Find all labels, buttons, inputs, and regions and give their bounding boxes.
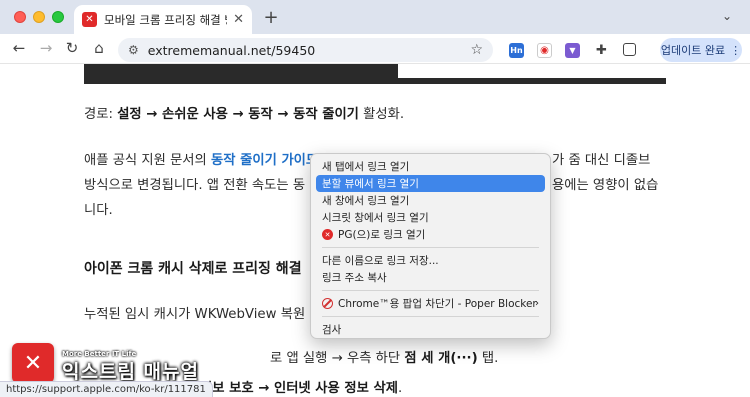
address-url[interactable]: extrememanual.net/59450 (148, 43, 471, 58)
menu-item-open-split-view[interactable]: 분할 뷰에서 링크 열기 (316, 175, 545, 192)
menu-item-open-new-tab[interactable]: 새 탭에서 링크 열기 (316, 158, 545, 175)
menu-item-open-new-window[interactable]: 새 창에서 링크 열기 (316, 192, 545, 209)
home-button[interactable]: ⌂ (90, 39, 108, 57)
context-menu: 새 탭에서 링크 열기 분할 뷰에서 링크 열기 새 창에서 링크 열기 시크릿… (310, 153, 551, 339)
forward-button[interactable]: → (37, 39, 55, 57)
back-button[interactable]: ← (10, 39, 28, 57)
guide-paragraph-line1-end: 가 줌 대신 디졸브 (552, 153, 651, 168)
menu-item-copy-link[interactable]: 링크 주소 복사 (316, 269, 545, 286)
tab-strip: ✕ 모바일 크롬 프리징 해결 방법 (아이 ✕ + ⌄ (0, 0, 750, 34)
more-menu-icon: ⋮ (730, 43, 742, 57)
update-button-label: 업데이트 완료 (660, 44, 726, 57)
new-tab-button[interactable]: + (261, 7, 281, 28)
step-paragraph-2: 정보 보호 → 인터넷 사용 정보 삭제. (200, 381, 403, 396)
guide-link[interactable]: 동작 줄이기 가이드 (211, 153, 318, 168)
menu-separator (322, 290, 539, 291)
screenshot-panel (384, 64, 666, 78)
maximize-window-button[interactable] (52, 11, 64, 23)
step-paragraph-1: 로 앱 실행 → 우측 하단 점 세 개(···) 탭. (270, 351, 499, 366)
link-status-bar: https://support.apple.com/ko-kr/111781 (0, 381, 213, 397)
guide-paragraph-line3: 니다. (84, 203, 113, 218)
menu-item-open-incognito[interactable]: 시크릿 창에서 링크 열기 (316, 209, 545, 226)
menu-item-poper-blocker[interactable]: Chrome™용 팝업 차단기 - Poper Blocker › (316, 295, 545, 312)
article-screenshot-image (84, 64, 666, 84)
logo-name: 익스트림 매뉴얼 (62, 361, 199, 383)
menu-item-open-pg[interactable]: ✕ PG(으)로 링크 열기 (316, 226, 545, 243)
site-favicon-icon: ✕ (82, 12, 97, 27)
active-tab[interactable]: ✕ 모바일 크롬 프리징 해결 방법 (아이 ✕ (74, 5, 252, 34)
reload-button[interactable]: ↻ (63, 39, 81, 57)
address-bar[interactable]: ⚙ extrememanual.net/59450 ☆ (118, 38, 493, 62)
pg-app-icon: ✕ (322, 229, 333, 240)
menu-item-save-link[interactable]: 다른 이름으로 링크 저장... (316, 252, 545, 269)
tab-title: 모바일 크롬 프리징 해결 방법 (아이 (104, 12, 227, 27)
browser-toolbar: ← → ↻ ⌂ ⚙ extrememanual.net/59450 ☆ Hn ◉… (0, 34, 750, 64)
guide-paragraph-line1: 애플 공식 지원 문서의 동작 줄이기 가이드 (84, 153, 319, 168)
site-logo-icon: ✕ (12, 343, 54, 383)
shield-extension-icon[interactable]: ▼ (565, 43, 580, 58)
section-heading: 아이폰 크롬 캐시 삭제로 프리징 해결 (84, 261, 302, 277)
side-panel-icon[interactable] (623, 43, 636, 56)
record-extension-icon[interactable]: ◉ (537, 43, 552, 58)
menu-separator (322, 316, 539, 317)
minimize-window-button[interactable] (33, 11, 45, 23)
path-paragraph: 경로: 설정 → 손쉬운 사용 → 동작 → 동작 줄이기 활성화. (84, 107, 405, 122)
update-button[interactable]: 업데이트 완료 ⋮ (660, 38, 742, 62)
extensions-puzzle-icon[interactable]: ✚ (594, 43, 609, 58)
cache-paragraph: 누적된 임시 캐시가 WKWebView 복원 (84, 307, 306, 322)
menu-item-inspect[interactable]: 검사 (316, 321, 545, 338)
tab-search-chevron-icon[interactable]: ⌄ (722, 9, 732, 23)
submenu-arrow-icon: › (535, 298, 539, 309)
tab-close-icon[interactable]: ✕ (233, 12, 244, 27)
block-icon (322, 298, 333, 309)
hn-extension-icon[interactable]: Hn (509, 43, 524, 58)
guide-paragraph-line2-end: 용에는 영향이 없습 (552, 178, 659, 193)
guide-paragraph-line2: 방식으로 변경됩니다. 앱 전환 속도는 동 (84, 178, 306, 193)
menu-separator (322, 247, 539, 248)
site-info-icon[interactable]: ⚙ (128, 43, 139, 57)
bookmark-star-icon[interactable]: ☆ (470, 42, 483, 58)
close-window-button[interactable] (14, 11, 26, 23)
